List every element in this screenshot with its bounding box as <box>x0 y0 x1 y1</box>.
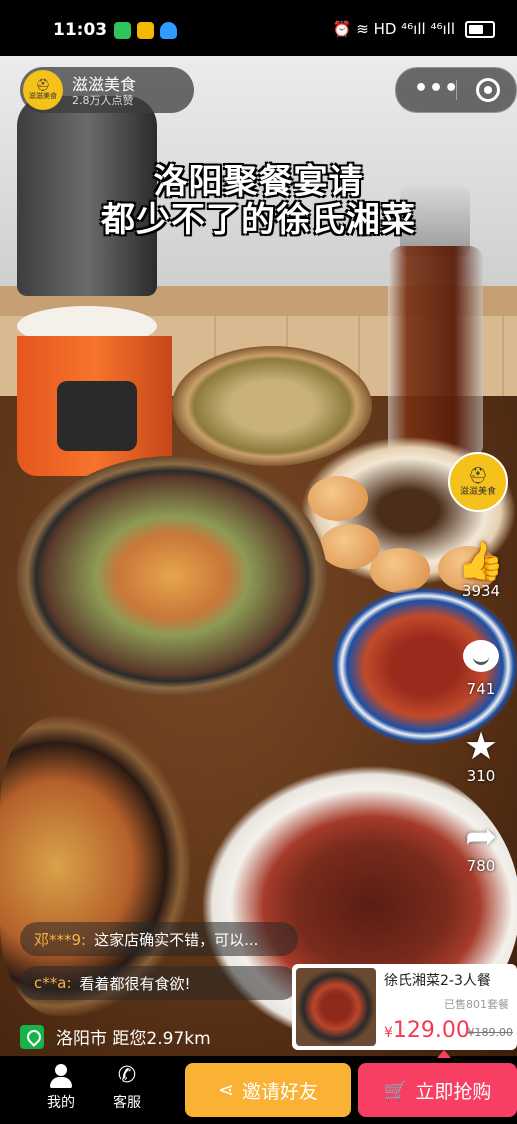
like-count: 3934 <box>461 582 501 600</box>
status-bar: 11:03 ⏰ ≋ HD ⁴⁶ıll ⁴⁶ıll <box>0 0 517 56</box>
signal-status-icons: ⏰ ≋ HD ⁴⁶ıll ⁴⁶ıll <box>332 20 455 38</box>
like-button[interactable]: 👍 3934 <box>446 540 516 600</box>
more-icon[interactable]: ••• <box>414 76 459 101</box>
phone-icon: ✆ <box>117 1063 137 1088</box>
comment-button[interactable]: 741 <box>446 636 516 698</box>
product-card[interactable]: 徐氏湘菜2-3人餐 已售801套餐 ¥129.00 ¥189.00 <box>292 964 517 1050</box>
comment-item[interactable]: 邓***9: 这家店确实不错，可以... <box>20 922 298 956</box>
star-icon: ★ <box>463 724 499 768</box>
miniprogram-capsule: ••• <box>395 67 517 113</box>
cloche-icon: ⛑ <box>35 78 51 92</box>
qq-notification-icon <box>160 22 177 39</box>
tea-jar-image <box>388 246 483 456</box>
close-miniprogram-icon[interactable] <box>476 78 500 102</box>
invite-friends-label: 邀请好友 <box>241 1080 318 1103</box>
location-text: 洛阳市 距您2.97km <box>56 1029 211 1049</box>
capsule-divider <box>456 80 457 100</box>
product-name: 徐氏湘菜2-3人餐 <box>384 973 491 989</box>
share-button[interactable]: ➦ 780 <box>446 815 516 875</box>
account-logo[interactable]: ⛑ 滋滋美食 <box>23 70 63 110</box>
product-price-value: 129.00 <box>392 1018 470 1043</box>
account-likes: 2.8万人点赞 <box>72 94 134 107</box>
comment-text: 这家店确实不错，可以... <box>94 930 259 949</box>
product-pointer <box>437 1050 451 1058</box>
person-icon <box>50 1064 72 1088</box>
my-profile-button[interactable]: 我的 <box>34 1064 88 1112</box>
currency-symbol: ¥ <box>384 1025 393 1041</box>
fish-head-dish-image <box>17 456 327 696</box>
battery-icon <box>465 20 495 38</box>
comment-icon <box>446 636 516 680</box>
bottom-bar: 我的 ✆ 客服 ⋖ 邀请好友 🛒 立即抢购 <box>0 1058 517 1124</box>
account-logo-text: 滋滋美食 <box>29 92 57 100</box>
status-time: 11:03 <box>53 20 108 40</box>
mail-notification-icon <box>137 22 154 39</box>
customer-service-label: 客服 <box>113 1095 141 1111</box>
comment-item[interactable]: c**a: 看着都很有食欲! <box>20 966 298 1000</box>
product-sold-count: 已售801套餐 <box>444 998 509 1011</box>
invite-friends-button[interactable]: ⋖ 邀请好友 <box>185 1063 351 1117</box>
system-icons: ⏰ ≋ HD ⁴⁶ıll ⁴⁶ıll <box>333 20 495 38</box>
thumbs-up-icon: 👍 <box>457 539 505 583</box>
product-thumbnail <box>296 968 376 1046</box>
location-tag[interactable]: 洛阳市 距您2.97km <box>20 1024 211 1049</box>
creator-avatar[interactable]: ⛑ 滋滋美食 <box>448 452 508 512</box>
comment-user: c**a: <box>34 974 72 992</box>
notification-icons <box>114 22 177 39</box>
buy-now-label: 立即抢购 <box>415 1080 492 1103</box>
creator-avatar-text: 滋滋美食 <box>459 486 496 497</box>
customer-service-button[interactable]: ✆ 客服 <box>100 1064 154 1112</box>
screen: 洛阳聚餐宴请 都少不了的徐氏湘菜 11:03 ⏰ ≋ HD ⁴⁶ıll ⁴⁶ıl… <box>0 0 517 1124</box>
product-price: ¥129.00 <box>384 1018 470 1043</box>
share-nodes-icon: ⋖ <box>218 1079 234 1101</box>
favorite-count: 310 <box>466 767 496 785</box>
favorite-button[interactable]: ★ 310 <box>446 725 516 785</box>
share-arrow-icon: ➦ <box>465 814 497 858</box>
cart-icon: 🛒 <box>383 1079 408 1102</box>
comment-text: 看着都很有食欲! <box>79 974 191 993</box>
my-profile-label: 我的 <box>47 1095 75 1111</box>
comment-user: 邓***9: <box>34 930 87 949</box>
comment-count: 741 <box>466 680 496 698</box>
cabbage-dish-image <box>172 346 372 466</box>
account-pill[interactable]: ⛑ 滋滋美食 滋滋美食 2.8万人点赞 <box>20 67 194 113</box>
cloche-icon: ⛑ <box>467 465 489 485</box>
share-count: 780 <box>466 857 496 875</box>
video-caption-line2: 都少不了的徐氏湘菜 <box>101 200 416 240</box>
buy-now-button[interactable]: 🛒 立即抢购 <box>358 1063 517 1117</box>
message-notification-icon <box>114 22 131 39</box>
product-original-price: ¥189.00 <box>467 1026 514 1039</box>
rice-cooker-image <box>17 56 172 476</box>
location-pin-icon <box>20 1024 44 1049</box>
